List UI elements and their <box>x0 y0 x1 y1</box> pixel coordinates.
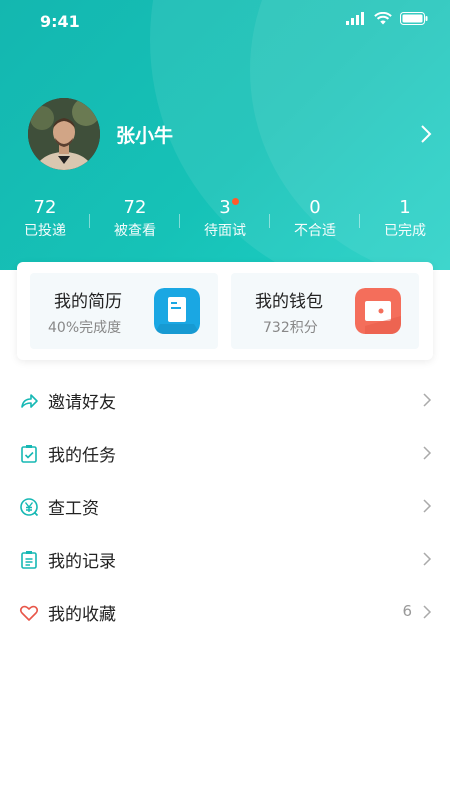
stat-value: 0 <box>309 197 321 218</box>
record-icon <box>21 551 37 569</box>
stat-label: 被查看 <box>114 223 156 239</box>
stat-value: 72 <box>123 197 147 218</box>
stat-completed[interactable]: 1 已完成 <box>360 196 450 246</box>
profile-header: 9:41 张小牛 72 已投递 72 被查看 3 待面试 0 不合适 1 已完成 <box>0 0 450 270</box>
menu-my-favorites[interactable]: 我的收藏 6 <box>0 586 450 639</box>
stats-bar: 72 已投递 72 被查看 3 待面试 0 不合适 1 已完成 <box>0 196 450 246</box>
stat-value-wrapper: 3 <box>219 196 239 220</box>
resume-icon <box>154 288 200 334</box>
chevron-right-icon <box>423 499 432 513</box>
profile-row[interactable]: 张小牛 <box>28 98 432 170</box>
avatar[interactable] <box>28 98 100 170</box>
stat-submitted[interactable]: 72 已投递 <box>0 196 90 246</box>
chevron-right-icon <box>423 393 432 407</box>
wallet-card[interactable]: 我的钱包 732积分 <box>231 273 419 349</box>
status-bar: 9:41 <box>0 0 450 44</box>
menu-invite-friends[interactable]: 邀请好友 <box>0 374 450 427</box>
heart-icon <box>19 605 39 621</box>
menu-label: 我的记录 <box>48 552 116 572</box>
notification-dot <box>231 198 239 205</box>
card-title: 我的简历 <box>54 292 122 312</box>
menu-label: 我的任务 <box>48 446 116 466</box>
quick-cards: 我的简历 40%完成度 我的钱包 732积分 <box>17 262 433 360</box>
salary-icon <box>20 498 39 517</box>
stat-value: 3 <box>219 197 231 218</box>
chevron-right-icon <box>423 605 432 619</box>
menu-my-records[interactable]: 我的记录 <box>0 533 450 586</box>
chevron-right-icon <box>423 446 432 460</box>
stat-label: 已完成 <box>384 223 426 239</box>
stat-interview[interactable]: 3 待面试 <box>180 196 270 246</box>
menu-list: 邀请好友 我的任务 查工资 我的记录 我的收藏 6 <box>0 374 450 639</box>
menu-label: 查工资 <box>48 499 99 519</box>
wifi-icon <box>374 12 392 25</box>
task-icon <box>21 445 37 463</box>
chevron-right-icon <box>423 552 432 566</box>
favorites-count: 6 <box>402 602 412 620</box>
card-subtitle: 40%完成度 <box>48 320 122 336</box>
stat-label: 已投递 <box>24 223 66 239</box>
stat-rejected[interactable]: 0 不合适 <box>270 196 360 246</box>
stat-label: 待面试 <box>204 223 246 239</box>
card-title: 我的钱包 <box>255 292 323 312</box>
status-icons <box>346 12 428 25</box>
card-subtitle: 732积分 <box>263 320 318 336</box>
menu-label: 我的收藏 <box>48 605 116 625</box>
stat-label: 不合适 <box>294 223 336 239</box>
resume-card[interactable]: 我的简历 40%完成度 <box>30 273 218 349</box>
menu-my-tasks[interactable]: 我的任务 <box>0 427 450 480</box>
chevron-right-icon[interactable] <box>420 124 432 144</box>
battery-icon <box>400 12 428 25</box>
stat-viewed[interactable]: 72 被查看 <box>90 196 180 246</box>
stat-value: 72 <box>33 197 57 218</box>
status-time: 9:41 <box>40 12 80 31</box>
signal-icon <box>346 12 364 25</box>
wallet-icon <box>355 288 401 334</box>
user-name: 张小牛 <box>116 125 174 147</box>
menu-check-salary[interactable]: 查工资 <box>0 480 450 533</box>
stat-value: 1 <box>399 197 411 218</box>
menu-label: 邀请好友 <box>48 393 116 413</box>
share-icon <box>21 394 38 408</box>
